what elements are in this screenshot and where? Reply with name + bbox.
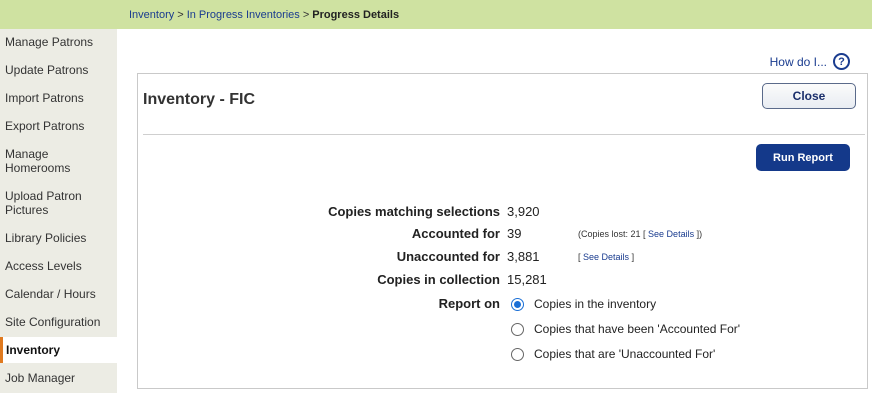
stat-row-unaccounted: Unaccounted for 3,881 [ See Details ] [138,249,869,265]
radio-label: Copies that are 'Unaccounted For' [534,347,716,361]
sidebar-item-export-patrons[interactable]: Export Patrons [0,119,117,133]
breadcrumb-separator: > [302,9,310,21]
sidebar-item-site-configuration[interactable]: Site Configuration [0,315,117,329]
sidebar-item-manage-homerooms[interactable]: Manage Homerooms [0,147,80,175]
stat-row-matching: Copies matching selections 3,920 [138,204,869,220]
sidebar-item-upload-patron-pictures[interactable]: Upload Patron Pictures [0,189,90,217]
see-details-link-unaccounted[interactable]: See Details [583,252,629,262]
divider [143,134,865,135]
radio-option-unaccounted[interactable]: Copies that are 'Unaccounted For' [511,347,715,361]
run-report-button[interactable]: Run Report [756,144,850,171]
radio-button[interactable] [511,297,524,311]
stat-row-accounted: Accounted for 39 (Copies lost: 21 [ See … [138,226,869,242]
stat-value: 39 [507,226,522,241]
page-title: Inventory - FIC [143,91,256,108]
radio-option-accounted[interactable]: Copies that have been 'Accounted For' [511,322,740,336]
help-link[interactable]: How do I... ? [770,53,850,70]
see-details-link-accounted[interactable]: See Details [648,229,694,239]
breadcrumb-in-progress[interactable]: In Progress Inventories [187,9,300,21]
report-on-row: Report on [138,296,869,312]
stat-row-collection: Copies in collection 15,281 [138,272,869,288]
sidebar-item-job-manager[interactable]: Job Manager [0,371,117,385]
sidebar-item-calendar-hours[interactable]: Calendar / Hours [0,287,117,301]
stat-label: Accounted for [411,226,500,241]
stat-value: 15,281 [507,272,547,287]
close-button[interactable]: Close [762,83,856,109]
stat-label: Copies matching selections [328,204,500,219]
breadcrumb-inventory[interactable]: Inventory [129,9,174,21]
inventory-panel: Inventory - FIC Close Run Report Copies … [137,73,868,389]
radio-option-inventory[interactable]: Copies in the inventory [511,297,656,311]
help-label: How do I... [769,54,827,69]
radio-button[interactable] [511,347,524,361]
stat-note: [ See Details ] [578,252,635,262]
stat-label: Copies in collection [377,272,500,287]
breadcrumb: Inventory > In Progress Inventories > Progre… [129,9,399,21]
sidebar-item-update-patrons[interactable]: Update Patrons [0,63,117,77]
top-bar: Inventory > In Progress Inventories > Progre… [0,0,872,29]
radio-button[interactable] [511,322,524,336]
question-circle-icon: ? [833,53,850,70]
stat-note: (Copies lost: 21 [ See Details ]) [578,229,703,239]
report-on-label: Report on [438,296,500,311]
radio-label: Copies in the inventory [534,297,657,311]
sidebar-item-library-policies[interactable]: Library Policies [0,231,117,245]
breadcrumb-current: Progress Details [312,9,400,21]
sidebar-item-import-patrons[interactable]: Import Patrons [0,91,117,105]
stat-label: Unaccounted for [396,249,500,264]
radio-label: Copies that have been 'Accounted For' [534,322,741,336]
sidebar-item-manage-patrons[interactable]: Manage Patrons [0,35,117,49]
stat-value: 3,881 [507,249,540,264]
sidebar-item-access-levels[interactable]: Access Levels [0,259,117,273]
stat-value: 3,920 [507,204,540,219]
sidebar-item-inventory[interactable]: Inventory [0,337,117,363]
breadcrumb-separator: > [177,9,184,21]
sidebar: Manage Patrons Update Patrons Import Pat… [0,29,117,393]
